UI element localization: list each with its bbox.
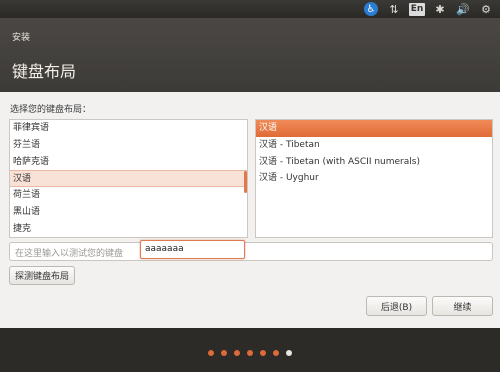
- keyboard-test-input[interactable]: 在这里输入以测试您的键盘: [9, 242, 493, 261]
- volume-icon[interactable]: 🔊: [453, 1, 473, 17]
- detect-layout-button[interactable]: 探测键盘布局: [9, 266, 75, 285]
- gear-icon[interactable]: ⚙: [476, 1, 496, 17]
- list-item[interactable]: 芬兰语: [10, 137, 247, 154]
- list-item[interactable]: 汉语 - Tibetan (with ASCII numerals): [256, 154, 492, 171]
- layout-prompt: 选择您的键盘布局：: [10, 105, 92, 115]
- list-item[interactable]: 荷兰语: [10, 187, 247, 204]
- list-item-selected[interactable]: 汉语: [10, 170, 247, 188]
- bluetooth-icon[interactable]: ✱: [430, 1, 450, 17]
- progress-dots: [0, 350, 500, 356]
- typed-text-preview[interactable]: aaaaaaa: [140, 240, 245, 259]
- progress-dot: [247, 350, 253, 356]
- progress-dot: [221, 350, 227, 356]
- page-title: 键盘布局: [12, 62, 77, 81]
- list-item[interactable]: 捷克: [10, 221, 247, 237]
- language-list-scrollbar[interactable]: [244, 171, 247, 193]
- variant-list[interactable]: 汉语 汉语 - Tibetan 汉语 - Tibetan (with ASCII…: [255, 119, 493, 238]
- installer-footer: [0, 328, 500, 372]
- progress-dot: [260, 350, 266, 356]
- window-title: 安装: [12, 33, 31, 43]
- language-list[interactable]: 菲律宾语 芬兰语 哈萨克语 汉语 荷兰语 黑山语 捷克: [9, 119, 248, 238]
- back-button[interactable]: 后退(B): [366, 296, 427, 316]
- progress-dot: [273, 350, 279, 356]
- window-header: 安装 键盘布局: [0, 18, 500, 92]
- list-item[interactable]: 哈萨克语: [10, 154, 247, 171]
- accessibility-icon[interactable]: ♿: [361, 1, 381, 17]
- keyboard-layout-indicator[interactable]: En: [407, 1, 427, 17]
- list-item[interactable]: 黑山语: [10, 204, 247, 221]
- top-panel: ♿ ⇅ En ✱ 🔊 ⚙: [0, 0, 500, 18]
- continue-button[interactable]: 继续: [432, 296, 493, 316]
- list-item[interactable]: 汉语 - Tibetan: [256, 137, 492, 154]
- progress-dot-current: [286, 350, 292, 356]
- list-item-selected[interactable]: 汉语: [256, 120, 492, 137]
- progress-dot: [234, 350, 240, 356]
- content-area: 选择您的键盘布局： 菲律宾语 芬兰语 哈萨克语 汉语 荷兰语 黑山语 捷克 汉语…: [0, 92, 500, 328]
- list-item[interactable]: 菲律宾语: [10, 120, 247, 137]
- progress-dot: [208, 350, 214, 356]
- network-icon[interactable]: ⇅: [384, 1, 404, 17]
- list-item[interactable]: 汉语 - Uyghur: [256, 170, 492, 187]
